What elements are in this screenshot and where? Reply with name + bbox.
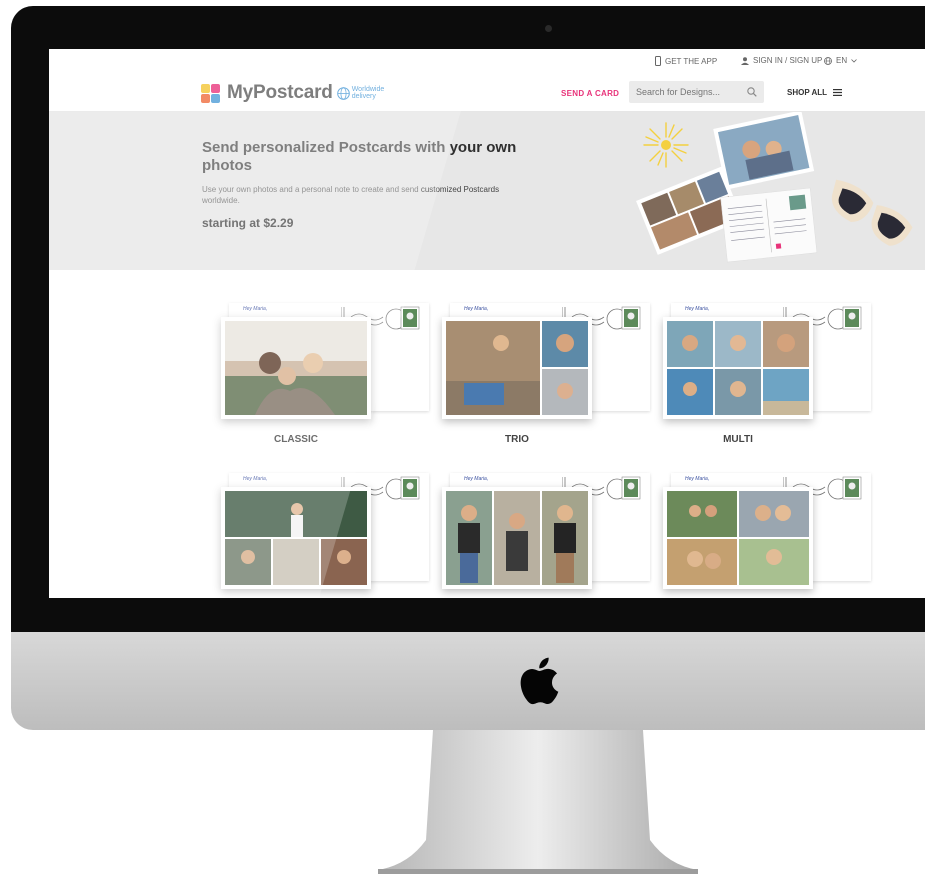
postcard-front-photo <box>663 487 813 589</box>
worldwide-badge: Worldwide delivery <box>336 86 385 100</box>
hero-illustration <box>636 112 913 263</box>
hero-subtitle-part3: worldwide. <box>202 196 240 205</box>
language-label: EN <box>836 56 848 65</box>
get-app-link[interactable]: GET THE APP <box>655 56 717 66</box>
postcard-front-photo <box>221 487 371 589</box>
logo-text: MyPostcard <box>227 82 333 103</box>
site-logo[interactable]: MyPostcard Worldwide delivery <box>201 82 384 104</box>
search-input[interactable] <box>636 87 736 97</box>
postcard-type-grid: Hey Maria, CLASSIC Hey Maria, TRIO Hey M… <box>49 270 925 598</box>
card-option-4[interactable]: Hey Maria, <box>221 467 431 598</box>
card-label: CLASSIC <box>274 434 318 445</box>
greeting-text: Hey Maria, <box>685 476 710 482</box>
globe-icon <box>336 86 350 100</box>
card-option-multi[interactable]: Hey Maria, MULTI <box>663 297 873 447</box>
monitor-chin <box>11 632 925 730</box>
badge-line2: delivery <box>351 93 376 100</box>
card-label: MULTI <box>723 434 753 445</box>
hero-subtitle-part2: customized Postcards <box>420 185 500 194</box>
greeting-text: Hey Maria, <box>464 476 489 482</box>
card-option-5[interactable]: Hey Maria, <box>442 467 652 598</box>
hero-subtitle: Use your own photos and a personal note … <box>202 184 532 206</box>
site-header: GET THE APP SIGN IN / SIGN UP EN MyPostc… <box>49 49 925 112</box>
hero-title-part1: Send personalized Postcards with <box>202 139 450 156</box>
card-option-classic[interactable]: Hey Maria, CLASSIC <box>221 297 431 447</box>
get-app-label: GET THE APP <box>665 56 718 66</box>
chevron-down-icon <box>851 58 857 63</box>
postcard-front-photo <box>663 317 813 419</box>
sun-doodle-icon <box>643 122 689 168</box>
postcard-front-photo <box>442 317 592 419</box>
hamburger-menu-icon <box>833 89 843 96</box>
hero-title-part3: photos <box>202 157 252 174</box>
search-box[interactable] <box>629 81 764 103</box>
search-icon[interactable] <box>747 87 757 97</box>
hero-banner: Send personalized Postcards with your ow… <box>49 112 925 270</box>
sign-in-link[interactable]: SIGN IN / SIGN UP <box>741 56 822 65</box>
card-option-6[interactable]: Hey Maria, <box>663 467 873 598</box>
camera-dot <box>545 25 552 32</box>
shop-all-label: SHOP ALL <box>787 88 828 97</box>
sign-in-label: SIGN IN / SIGN UP <box>753 56 823 65</box>
shop-all-menu[interactable]: SHOP ALL <box>787 88 843 97</box>
greeting-text: Hey Maria, <box>243 306 268 312</box>
phone-icon <box>655 56 661 66</box>
apple-logo-icon <box>520 657 559 705</box>
greeting-text: Hey Maria, <box>464 306 489 312</box>
greeting-text: Hey Maria, <box>243 476 268 482</box>
browser-screen: GET THE APP SIGN IN / SIGN UP EN MyPostc… <box>49 49 925 598</box>
language-selector[interactable]: EN <box>824 56 857 65</box>
hero-title: Send personalized Postcards with your ow… <box>202 139 542 175</box>
user-icon <box>741 56 749 65</box>
globe-icon <box>824 56 832 65</box>
message-postcard <box>720 187 818 263</box>
send-card-link[interactable]: SEND A CARD <box>561 89 619 98</box>
hero-subtitle-part1: Use your own photos and a personal note … <box>202 185 421 194</box>
card-label: TRIO <box>505 434 529 445</box>
greeting-text: Hey Maria, <box>685 306 710 312</box>
logo-mark-icon <box>201 83 220 103</box>
hero-title-part2: your own <box>449 139 517 156</box>
photo-postcard <box>713 112 815 190</box>
sunglasses-icon <box>831 179 913 246</box>
monitor-stand <box>378 730 698 874</box>
badge-line1: Worldwide <box>351 86 385 93</box>
postcard-front-photo <box>221 317 371 419</box>
postcard-front-photo <box>442 487 592 589</box>
hero-price: starting at $2.29 <box>202 216 294 230</box>
card-option-trio[interactable]: Hey Maria, TRIO <box>442 297 652 447</box>
